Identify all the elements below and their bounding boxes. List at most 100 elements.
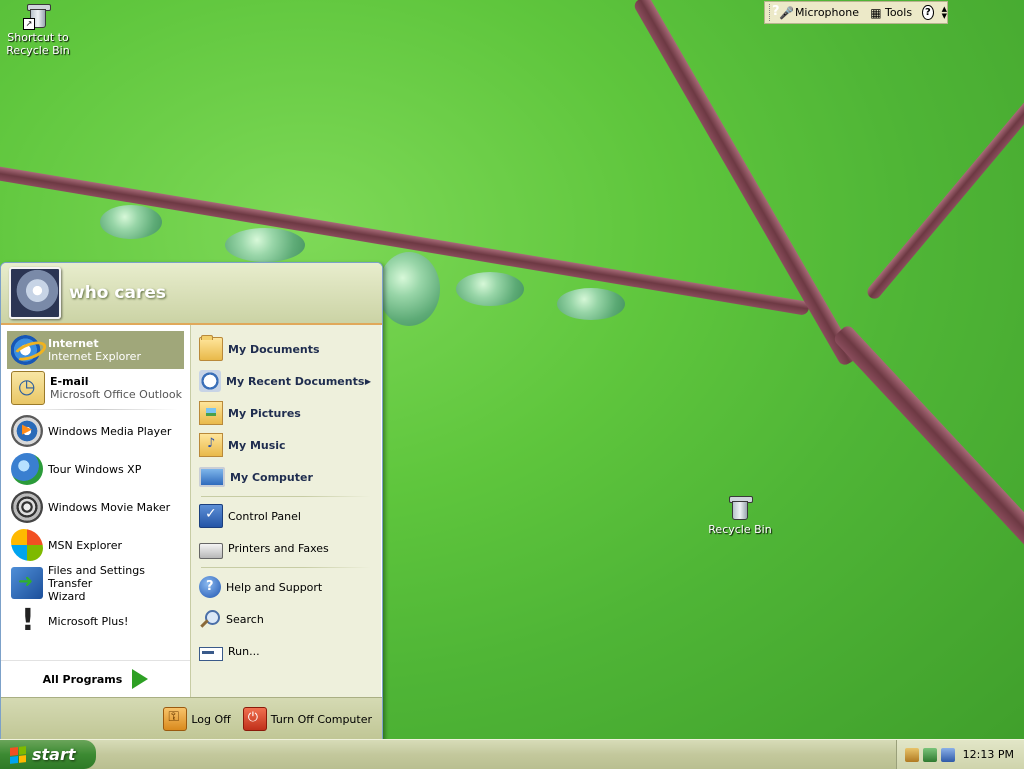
help-icon[interactable]: ? [922, 5, 934, 20]
place-label: Printers and Faxes [228, 541, 329, 555]
place-my-computer[interactable]: My Computer [191, 461, 381, 493]
wallpaper-branch [864, 62, 1024, 302]
desktop-icon-recycle-bin[interactable]: Recycle Bin [698, 494, 782, 536]
tools-button[interactable]: ▦ Tools [869, 6, 912, 20]
place-label: Control Panel [228, 509, 301, 523]
recent-program[interactable]: Microsoft Plus! [7, 602, 184, 640]
water-drop [456, 272, 524, 306]
taskbar: start 12:13 PM [0, 739, 1024, 769]
plus-icon [11, 603, 43, 638]
place-label: Search [226, 612, 264, 626]
help-support-item[interactable]: Help and Support [191, 571, 381, 603]
search-item[interactable]: Search [191, 603, 381, 635]
program-label: Microsoft Plus! [48, 614, 129, 628]
langbar-options-icon[interactable]: ▲ ▼ [942, 5, 947, 20]
pinned-internet[interactable]: Internet Internet Explorer [7, 331, 184, 369]
place-my-recent-documents[interactable]: My Recent Documents ▶ [191, 365, 381, 397]
run-icon [199, 646, 223, 661]
control-panel-icon [199, 504, 223, 528]
log-off-button[interactable]: Log Off [163, 707, 231, 731]
recent-program[interactable]: Files and Settings TransferWizard [7, 563, 184, 603]
clock[interactable]: 12:13 PM [963, 748, 1014, 761]
computer-icon [199, 467, 225, 487]
program-label: Windows Media Player [48, 424, 172, 438]
separator [13, 409, 178, 410]
media-player-icon [11, 415, 43, 447]
msn-icon [11, 529, 43, 561]
log-off-label: Log Off [191, 712, 231, 726]
tray-users-icon[interactable] [940, 747, 955, 762]
turn-off-label: Turn Off Computer [270, 712, 372, 726]
place-label: Help and Support [226, 580, 323, 594]
recent-program[interactable]: Tour Windows XP [7, 450, 184, 488]
desktop-icon-label: Recycle Bin [708, 523, 772, 536]
place-my-documents[interactable]: My Documents [191, 333, 381, 365]
place-label: My Recent Documents [226, 374, 365, 388]
start-button[interactable]: start [0, 740, 96, 769]
pinned-title: E-mail [50, 375, 89, 388]
program-label: Windows Movie Maker [48, 500, 171, 514]
separator [201, 567, 371, 568]
recent-program[interactable]: Windows Media Player [7, 412, 184, 450]
water-drop [557, 288, 625, 320]
pinned-subtitle: Microsoft Office Outlook [50, 388, 182, 401]
place-label: Run... [228, 644, 260, 658]
language-bar: 🎤 Microphone ▦ Tools ? ▲▼ [764, 1, 948, 24]
desktop-icon-shortcut-recycle-bin[interactable]: ↗ Shortcut to Recycle Bin [0, 2, 80, 57]
tools-icon: ▦ [870, 5, 882, 20]
water-drop [100, 205, 162, 239]
run-item[interactable]: Run... [191, 635, 381, 667]
turn-off-button[interactable]: Turn Off Computer [242, 707, 372, 731]
pictures-icon [199, 401, 223, 425]
wallpaper-branch [831, 323, 1024, 632]
folder-icon [199, 335, 223, 361]
tray-tool-icon[interactable] [904, 747, 919, 762]
program-label: Wizard [48, 589, 86, 603]
separator [201, 496, 371, 497]
pinned-subtitle: Internet Explorer [48, 350, 141, 363]
recent-program[interactable]: Windows Movie Maker [7, 488, 184, 526]
green-arrow-icon [132, 669, 149, 689]
start-menu-header: who cares [1, 263, 382, 325]
desktop-icon-label: Shortcut to [7, 31, 69, 44]
internet-explorer-icon [11, 334, 43, 366]
pinned-email[interactable]: E-mailMicrosoft Office Outlook [7, 369, 184, 407]
start-menu-footer: Log Off Turn Off Computer [1, 697, 382, 739]
key-icon [163, 707, 188, 731]
start-menu: who cares InternetInternet Explorer E-ma… [0, 262, 383, 740]
help-icon [199, 576, 221, 598]
start-menu-programs: InternetInternet Explorer E-mailMicrosof… [1, 325, 190, 697]
all-programs-button[interactable]: All Programs [1, 660, 190, 697]
all-programs-label: All Programs [42, 672, 123, 686]
place-my-music[interactable]: My Music [191, 429, 381, 461]
tools-label: Tools [884, 6, 913, 19]
recycle-bin-icon: ↗ [23, 2, 51, 30]
recycle-bin-icon [729, 494, 753, 520]
windows-flag-icon [10, 745, 26, 764]
microphone-icon: 🎤 [778, 5, 794, 20]
power-icon [242, 707, 267, 731]
printers-faxes-item[interactable]: Printers and Faxes [191, 532, 381, 564]
tray-network-icon[interactable] [922, 747, 937, 762]
tour-icon [11, 453, 43, 485]
water-drop [225, 228, 305, 262]
place-label: My Music [228, 438, 286, 452]
user-name: who cares [69, 283, 166, 303]
printer-icon [199, 543, 223, 559]
place-my-pictures[interactable]: My Pictures [191, 397, 381, 429]
place-label: My Pictures [228, 406, 301, 420]
control-panel-item[interactable]: Control Panel [191, 500, 381, 532]
place-label: My Documents [228, 342, 320, 356]
wallpaper-branch [632, 0, 858, 368]
recent-program[interactable]: MSN Explorer [7, 526, 184, 564]
water-drop [378, 252, 440, 326]
microphone-button[interactable]: 🎤 Microphone [779, 6, 859, 20]
start-menu-places: My Documents My Recent Documents ▶ My Pic… [190, 325, 381, 697]
user-avatar[interactable] [9, 267, 61, 319]
microphone-label: Microphone [794, 6, 859, 19]
program-label: Files and Settings Transfer [48, 563, 145, 590]
submenu-arrow-icon: ▶ [364, 376, 371, 386]
program-label: MSN Explorer [48, 538, 122, 552]
system-tray: 12:13 PM [896, 740, 1024, 769]
start-label: start [32, 745, 76, 764]
